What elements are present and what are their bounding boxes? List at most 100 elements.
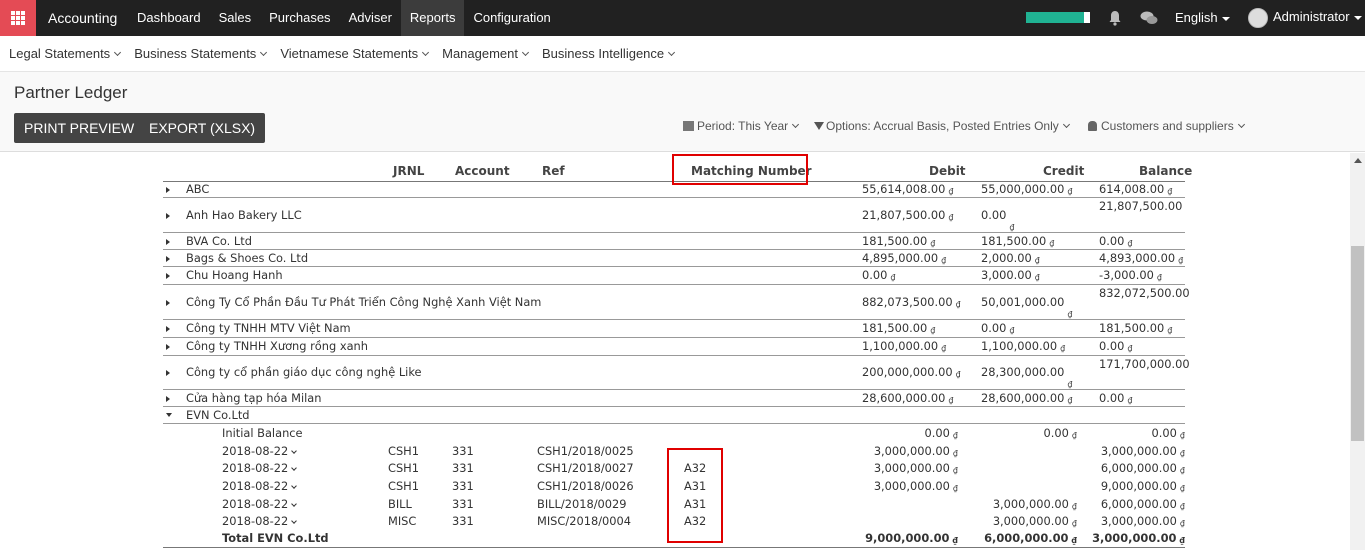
print-preview-button[interactable]: PRINT PREVIEW (14, 113, 145, 143)
caret-down-icon[interactable] (166, 412, 172, 417)
avatar[interactable] (1248, 8, 1268, 28)
entry-jrnl: BILL (388, 497, 412, 511)
entry-jrnl: CSH1 (388, 444, 419, 458)
caret-right-icon[interactable] (166, 212, 170, 219)
amount-cell: 9,000,000.00 ₫ (1101, 479, 1185, 493)
partner-row[interactable]: BVA Co. Ltd 181,500.00 ₫ 181,500.00 ₫ 0.00 ₫ (163, 233, 1185, 250)
export-xlsx-button[interactable]: EXPORT (XLSX) (139, 113, 266, 143)
chevron-down-icon[interactable] (291, 518, 298, 524)
partner-name: ABC (186, 182, 210, 196)
amount-cell: 832,072,500.00₫ (1099, 286, 1190, 300)
bell-icon[interactable] (1107, 10, 1123, 26)
partner-row[interactable]: Anh Hao Bakery LLC 21,807,500.00 ₫ 0.00₫ 21,… (163, 198, 1185, 233)
submenu-business-intelligence[interactable]: Business Intelligence (542, 36, 676, 71)
currency-symbol: ₫ (952, 536, 958, 545)
amount-value: 6,000,000.00 (1100, 461, 1177, 475)
entry-date-value: 2018-08-22 (222, 461, 289, 475)
caret-right-icon[interactable] (166, 273, 170, 279)
currency-symbol: ₫ (1179, 484, 1185, 493)
chevron-down-icon[interactable] (291, 448, 298, 454)
submenu-business-statements[interactable]: Business Statements (134, 36, 268, 71)
partner-row[interactable]: Bags & Shoes Co. Ltd 4,895,000.00 ₫ 2,000.0… (163, 250, 1185, 267)
entry-ref: CSH1/2018/0025 (537, 444, 634, 458)
menu-sales[interactable]: Sales (210, 0, 261, 36)
amount-cell: 2,000.00 ₫ (981, 251, 1040, 265)
currency-symbol: ₫ (955, 299, 961, 309)
caret-right-icon[interactable] (166, 299, 170, 306)
submenu-vietnamese-statements[interactable]: Vietnamese Statements (280, 36, 430, 71)
menu-dashboard[interactable]: Dashboard (128, 0, 210, 36)
partner-name: Công ty TNHH Xương rồng xanh (186, 339, 368, 353)
partner-row[interactable]: Cửa hàng tạp hóa Milan 28,600,000.00 ₫ 28,6… (163, 390, 1185, 407)
apps-menu-button[interactable] (0, 0, 36, 36)
entry-date[interactable]: 2018-08-22 (222, 514, 298, 528)
currency-symbol: ₫ (1034, 273, 1040, 282)
app-title[interactable]: Accounting (48, 0, 117, 36)
entry-ref: CSH1/2018/0026 (537, 479, 634, 493)
partner-row[interactable]: Công Ty Cổ Phần Đầu Tư Phát Triển Công N… (163, 285, 1190, 320)
caret-right-icon[interactable] (166, 395, 170, 402)
partner-row[interactable]: Công ty TNHH Xương rồng xanh 1,100,000.00… (163, 338, 1185, 356)
currency-symbol: ₫ (1167, 326, 1173, 335)
currency-symbol: ₫ (1067, 309, 1073, 319)
caret-right-icon[interactable] (166, 370, 170, 376)
amount-cell: 614,008.00 ₫ (1099, 182, 1172, 196)
amount-cell: 171,700,000.00₫ (1099, 357, 1190, 371)
chat-icon[interactable] (1140, 10, 1158, 26)
partner-row[interactable]: EVN Co.Ltd (163, 407, 1185, 424)
submenu-legal-statements[interactable]: Legal Statements (9, 36, 122, 71)
chevron-down-icon[interactable] (291, 501, 298, 507)
amount-value: 1,100,000.00 (981, 339, 1058, 353)
scrollbar[interactable] (1350, 153, 1365, 550)
amount-cell: 55,614,008.00 ₫ (862, 182, 953, 196)
user-menu[interactable]: Administrator (1273, 0, 1362, 34)
amount-cell: 0.00₫ (1099, 339, 1132, 353)
amount-cell: 6,000,000.00 ₫ (984, 531, 1077, 545)
menu-adviser[interactable]: Adviser (340, 0, 401, 36)
onboarding-progress-bar[interactable] (1026, 12, 1090, 23)
period-filter-label: Period: This Year (697, 119, 789, 133)
amount-value: 1,100,000.00 (862, 339, 939, 353)
amount-cell: 28,600,000.00 ₫ (981, 391, 1072, 405)
amount-cell: 0.00₫ (862, 268, 895, 282)
options-filter[interactable]: Options: Accrual Basis, Posted Entries O… (814, 119, 1070, 133)
submenu-label: Business Statements (134, 46, 257, 61)
currency-symbol: ₫ (948, 212, 954, 222)
partner-row[interactable]: Công ty cổ phần giáo dục công nghệ Like 2… (163, 356, 1190, 390)
amount-cell: 0.00₫ (1099, 234, 1132, 248)
amount-cell: 0.00₫ (925, 426, 958, 440)
caret-right-icon[interactable] (166, 255, 170, 262)
amount-cell: 181,500.00 ₫ (862, 234, 935, 248)
entry-date[interactable]: 2018-08-22 (222, 497, 298, 511)
caret-right-icon[interactable] (166, 238, 170, 245)
period-filter[interactable]: Period: This Year (683, 119, 800, 133)
chevron-down-icon[interactable] (291, 483, 298, 489)
menu-purchases[interactable]: Purchases (260, 0, 339, 36)
partner-row[interactable]: Chu Hoang Hanh 0.00 ₫ 3,000.00 ₫ -3,000.00 ₫ (163, 267, 1185, 285)
scroll-up-arrow-icon[interactable] (1354, 158, 1362, 163)
entry-date[interactable]: 2018-08-22 (222, 444, 298, 458)
submenu-management[interactable]: Management (442, 36, 530, 71)
partner-row[interactable]: Công ty TNHH MTV Việt Nam 181,500.00 ₫ 0.00… (163, 320, 1185, 338)
currency-symbol: ₫ (1009, 326, 1015, 335)
chevron-down-icon[interactable] (291, 465, 298, 471)
initial-balance-row: Initial Balance (163, 425, 1185, 442)
amount-value: 28,600,000.00 (862, 390, 946, 405)
partner-row[interactable]: ABC 55,614,008.00 ₫ 55,000,000.00 ₫ 614,008.0… (163, 182, 1185, 198)
top-navbar: Accounting Dashboard Sales Purchases Adv… (0, 0, 1365, 36)
amount-cell: 1,100,000.00 ₫ (981, 339, 1065, 353)
amount-value: 55,614,008.00 (862, 182, 946, 196)
caret-right-icon[interactable] (166, 344, 170, 350)
menu-reports[interactable]: Reports (400, 0, 465, 36)
user-name: Administrator (1273, 9, 1350, 24)
amount-value: 882,073,500.00 (862, 294, 953, 309)
language-selector[interactable]: English (1175, 0, 1230, 36)
caret-right-icon[interactable] (166, 187, 170, 193)
scrollbar-thumb[interactable] (1351, 246, 1364, 441)
entry-date[interactable]: 2018-08-22 (222, 461, 298, 475)
menu-configuration[interactable]: Configuration (464, 0, 559, 36)
caret-right-icon[interactable] (166, 326, 170, 332)
amount-cell: 55,000,000.00 ₫ (981, 182, 1072, 196)
partner-filter[interactable]: Customers and suppliers (1088, 119, 1245, 133)
entry-date[interactable]: 2018-08-22 (222, 479, 298, 493)
